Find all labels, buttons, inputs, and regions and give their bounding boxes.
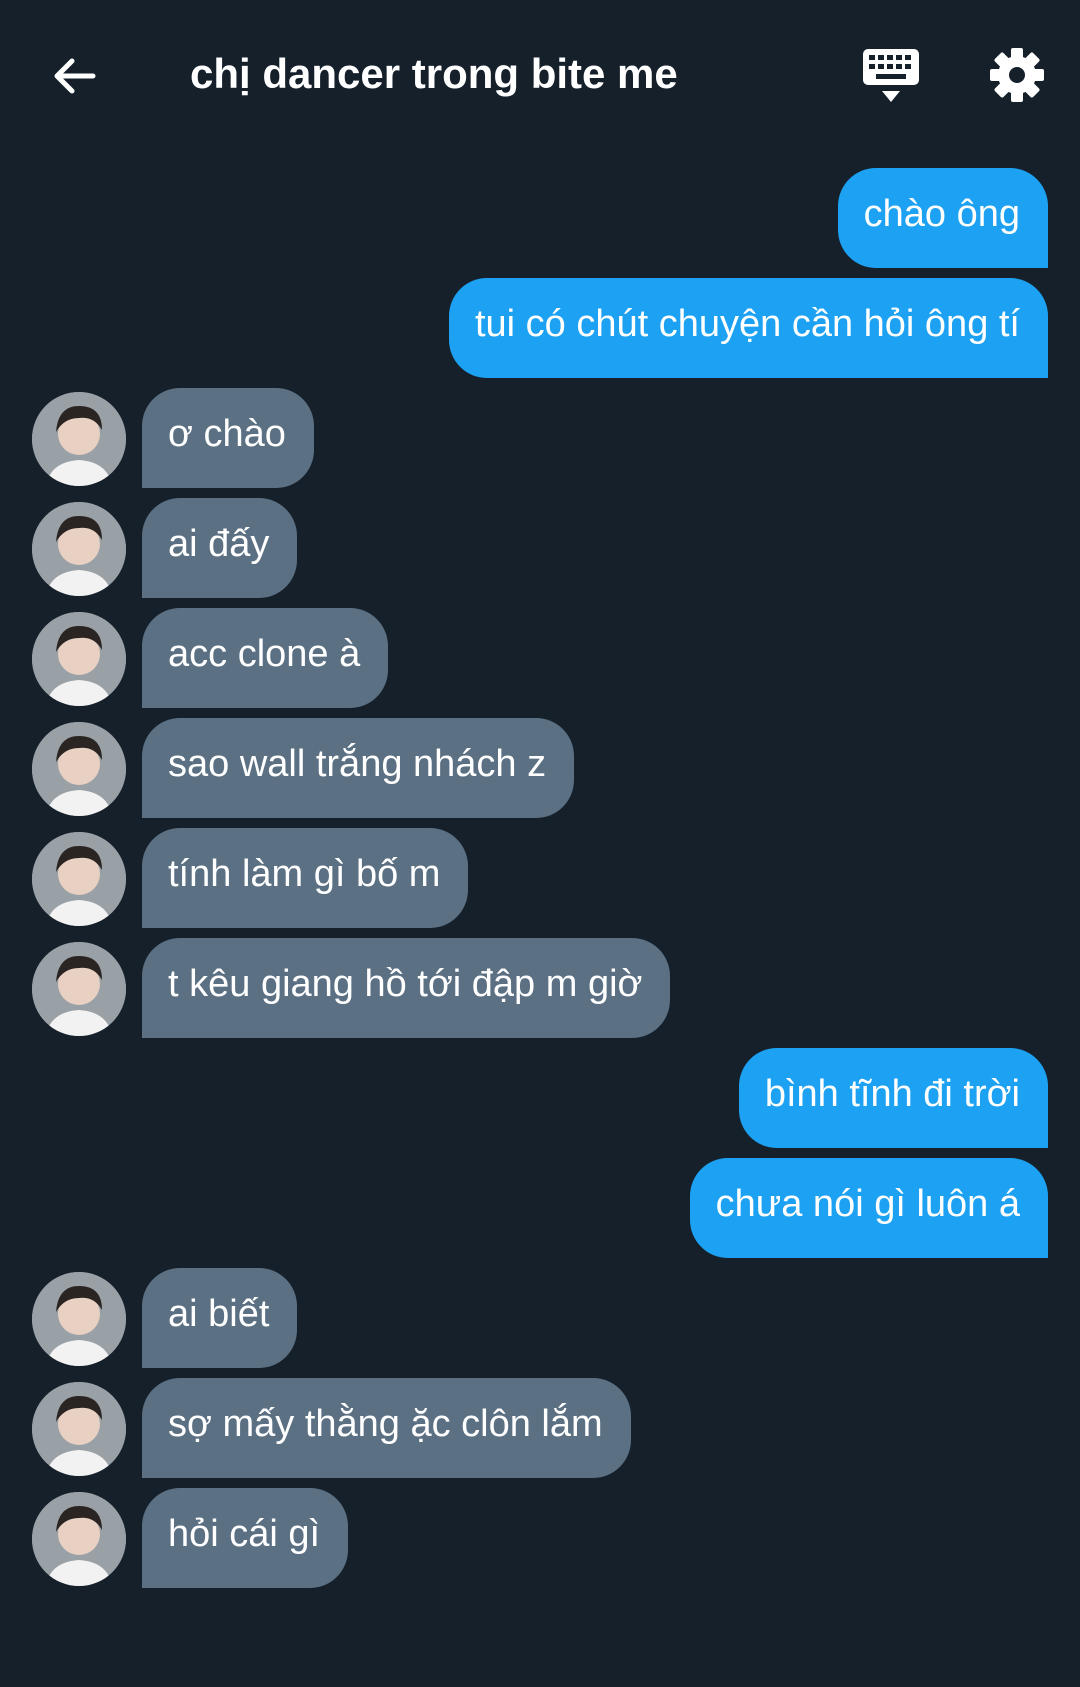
- message-row-sent: bình tĩnh đi trời: [0, 1048, 1080, 1148]
- message-row-received: ai biết: [0, 1268, 1080, 1368]
- conversation-title[interactable]: chị dancer trong bite me: [190, 44, 678, 104]
- keyboard-icon: [863, 49, 919, 102]
- received-message-bubble[interactable]: ai đấy: [142, 498, 298, 598]
- message-row-received: ơ chào: [0, 388, 1080, 488]
- avatar[interactable]: [32, 1272, 126, 1366]
- message-row-received: ai đấy: [0, 498, 1080, 598]
- received-message-bubble[interactable]: t kêu giang hồ tới đập m giờ: [142, 938, 671, 1038]
- avatar[interactable]: [32, 1382, 126, 1476]
- sent-message-bubble[interactable]: chưa nói gì luôn á: [689, 1158, 1048, 1258]
- keyboard-toggle-button[interactable]: [860, 46, 922, 106]
- message-row-sent: chào ông: [0, 168, 1080, 268]
- avatar[interactable]: [32, 1492, 126, 1586]
- message-row-sent: tui có chút chuyện cần hỏi ông tí: [0, 278, 1080, 378]
- received-message-bubble[interactable]: hỏi cái gì: [142, 1488, 349, 1588]
- received-message-bubble[interactable]: tính làm gì bố m: [142, 828, 469, 928]
- avatar[interactable]: [32, 612, 126, 706]
- message-list[interactable]: chào ông tui có chút chuyện cần hỏi ông …: [0, 168, 1080, 1598]
- received-message-bubble[interactable]: sao wall trắng nhách z: [142, 718, 575, 818]
- message-row-received: hỏi cái gì: [0, 1488, 1080, 1588]
- avatar[interactable]: [32, 832, 126, 926]
- message-row-received: sợ mấy thằng ặc clôn lắm: [0, 1378, 1080, 1478]
- settings-button[interactable]: [988, 46, 1046, 104]
- message-row-received: acc clone à: [0, 608, 1080, 708]
- arrow-left-icon: [54, 58, 96, 94]
- message-row-received: sao wall trắng nhách z: [0, 718, 1080, 818]
- sent-message-bubble[interactable]: tui có chút chuyện cần hỏi ông tí: [448, 278, 1048, 378]
- avatar[interactable]: [32, 392, 126, 486]
- sent-message-bubble[interactable]: bình tĩnh đi trời: [738, 1048, 1048, 1148]
- received-message-bubble[interactable]: ơ chào: [142, 388, 314, 488]
- received-message-bubble[interactable]: ai biết: [142, 1268, 298, 1368]
- conversation-header: chị dancer trong bite me: [0, 0, 1080, 150]
- gear-icon: [990, 48, 1044, 102]
- message-row-received: tính làm gì bố m: [0, 828, 1080, 928]
- sent-message-bubble[interactable]: chào ông: [837, 168, 1048, 268]
- received-message-bubble[interactable]: acc clone à: [142, 608, 389, 708]
- avatar[interactable]: [32, 722, 126, 816]
- received-message-bubble[interactable]: sợ mấy thằng ặc clôn lắm: [142, 1378, 631, 1478]
- message-row-received: t kêu giang hồ tới đập m giờ: [0, 938, 1080, 1038]
- back-button[interactable]: [46, 48, 102, 104]
- message-row-sent: chưa nói gì luôn á: [0, 1158, 1080, 1258]
- avatar[interactable]: [32, 942, 126, 1036]
- avatar[interactable]: [32, 502, 126, 596]
